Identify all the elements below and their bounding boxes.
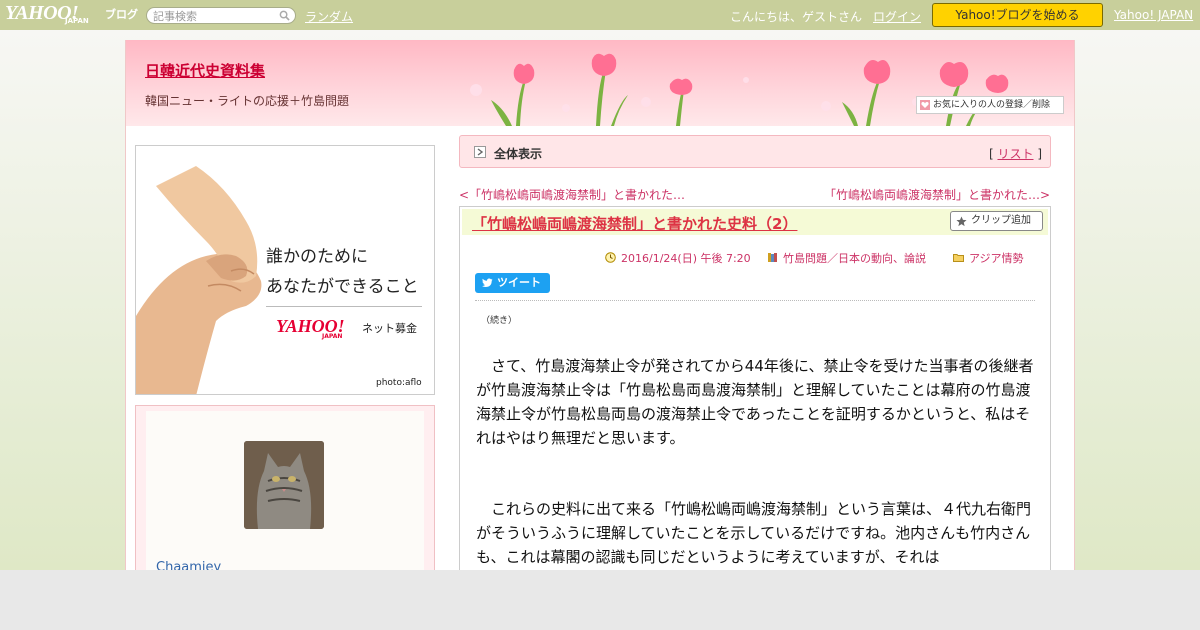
avatar[interactable]	[244, 441, 324, 529]
blog-container: 日韓近代史資料集 韓国ニュー・ライトの応援＋竹島問題 お気に入りの人の登録／削除…	[125, 40, 1075, 570]
books-icon	[768, 253, 777, 262]
logo-blog-text: ブログ	[105, 8, 138, 21]
blog-title[interactable]: 日韓近代史資料集	[145, 60, 265, 81]
ad-photo-credit: photo:aflo	[376, 378, 422, 388]
blog-header: 日韓近代史資料集 韓国ニュー・ライトの応援＋竹島問題 お気に入りの人の登録／削除	[126, 40, 1074, 126]
clip-add-label: クリップ追加	[971, 215, 1031, 226]
top-bar: YAHOO! JAPAN ブログ ランダム こんにちは、ゲストさん ログイン Y…	[0, 0, 1200, 30]
article-paragraph-2: これらの史料に出て来る「竹嶋松嶋両嶋渡海禁制」という言葉は、４代九右衛門がそうい…	[476, 500, 1032, 566]
category-link-2[interactable]: アジア情勢	[969, 252, 1024, 265]
list-bracket-close: ]	[1033, 147, 1042, 161]
random-link[interactable]: ランダム	[305, 8, 353, 25]
ad-headline-2: あなたができること	[266, 277, 419, 297]
profile-inner: Chaamiey	[146, 411, 424, 570]
star-icon	[956, 216, 967, 227]
article-date-link[interactable]: 2016/1/24(日) 午後 7:20	[621, 252, 751, 265]
ad-divider	[266, 306, 422, 307]
search-input[interactable]	[153, 9, 273, 23]
cat-avatar-image	[244, 441, 324, 529]
continued-label: （続き）	[481, 316, 518, 326]
yahoo-japan-link[interactable]: Yahoo! JAPAN	[1114, 8, 1193, 22]
helping-hands-image	[136, 166, 262, 394]
search-box	[146, 7, 296, 24]
logo-sub-text: JAPAN	[65, 17, 89, 25]
arrow-box-icon	[474, 146, 486, 158]
login-link[interactable]: ログイン	[873, 8, 921, 25]
tweet-button[interactable]: ツイート	[475, 273, 550, 293]
yahoo-blog-logo[interactable]: YAHOO! JAPAN ブログ	[5, 2, 141, 27]
twitter-bird-icon	[482, 278, 493, 288]
ad-service-name: ネット募金	[362, 322, 417, 335]
folder-icon	[953, 254, 964, 262]
article-paragraph-1: さて、竹島渡海禁止令が発されてから44年後に、禁止令を受けた当事者の後継者が竹島…	[476, 357, 1034, 447]
article-header: 「竹嶋松嶋両嶋渡海禁制」と書かれた史料（2） クリップ追加	[462, 209, 1048, 235]
start-blog-button[interactable]: Yahoo!ブログを始める	[932, 3, 1103, 27]
category-link-1[interactable]: 竹島問題／日本の動向、論説	[783, 252, 926, 265]
charity-ad-banner[interactable]: 誰かのために あなたができること YAHOO! JAPAN ネット募金 phot…	[135, 145, 435, 395]
favorite-register-button[interactable]: お気に入りの人の登録／削除	[916, 96, 1064, 114]
profile-name[interactable]: Chaamiey	[156, 560, 221, 570]
view-all-label: 全体表示	[494, 147, 543, 161]
profile-box: Chaamiey	[135, 405, 435, 570]
article: 「竹嶋松嶋両嶋渡海禁制」と書かれた史料（2） クリップ追加 2016/1/24(…	[459, 206, 1051, 570]
article-category-2: アジア情勢	[953, 250, 1024, 266]
article-title[interactable]: 「竹嶋松嶋両嶋渡海禁制」と書かれた史料（2）	[472, 213, 797, 234]
ad-headline-1: 誰かのために	[266, 247, 368, 267]
favorite-button-label: お気に入りの人の登録／削除	[933, 100, 1051, 110]
tweet-label: ツイート	[497, 276, 541, 289]
previous-article-link[interactable]: <「竹嶋松嶋両嶋渡海禁制」と書かれた…	[459, 186, 685, 203]
footer-band	[0, 570, 1200, 630]
view-mode-bar: 全体表示 [ リスト ]	[459, 135, 1051, 168]
list-view-link-wrapper: [ リスト ]	[989, 145, 1042, 162]
greeting-text: こんにちは、ゲストさん	[730, 10, 863, 24]
clip-add-button[interactable]: クリップ追加	[950, 211, 1043, 231]
blog-description: 韓国ニュー・ライトの応援＋竹島問題	[145, 94, 350, 108]
clock-icon	[605, 252, 616, 263]
heart-icon	[920, 100, 930, 110]
list-view-link[interactable]: リスト	[997, 147, 1033, 161]
article-category-1: 竹島問題／日本の動向、論説	[767, 250, 926, 266]
next-article-link[interactable]: 「竹嶋松嶋両嶋渡海禁制」と書かれた…>	[824, 186, 1050, 203]
ad-yahoo-logo-sub: JAPAN	[322, 333, 343, 340]
article-date: 2016/1/24(日) 午後 7:20	[605, 250, 751, 266]
search-icon[interactable]	[279, 10, 290, 21]
article-divider	[475, 300, 1035, 301]
